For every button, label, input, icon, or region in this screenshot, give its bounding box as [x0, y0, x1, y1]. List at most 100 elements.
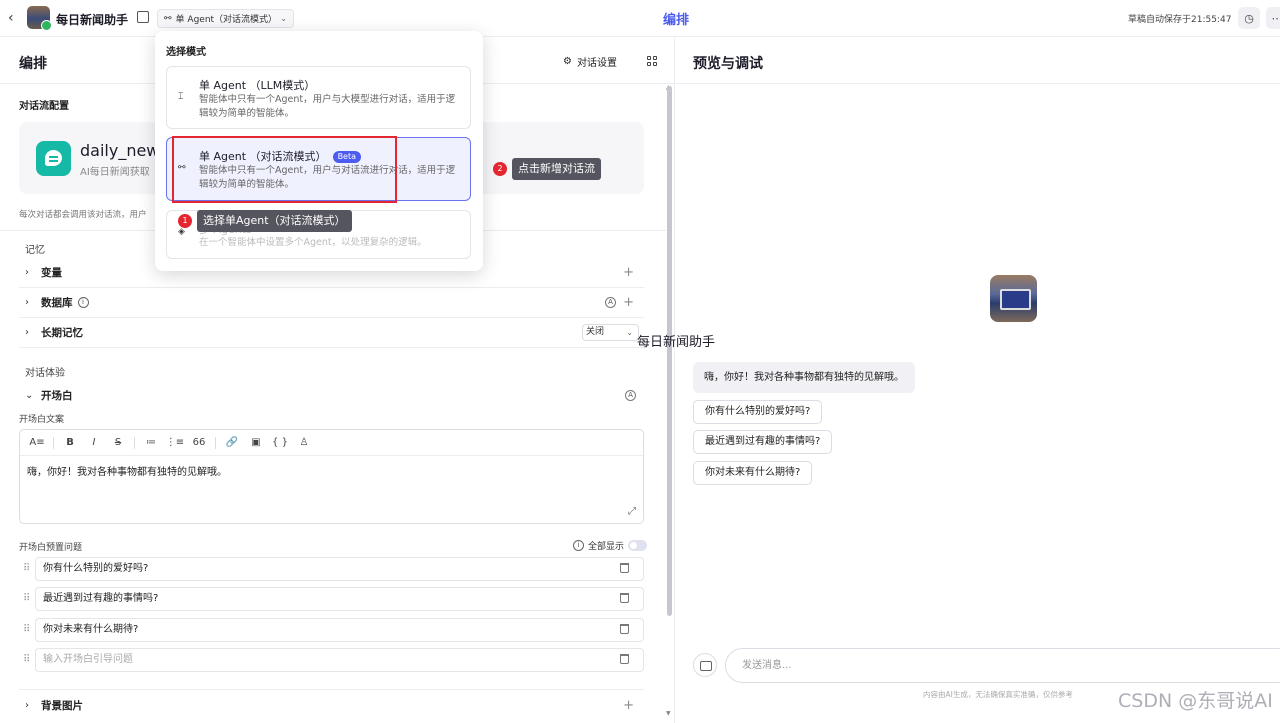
preset-questions-label: 开场白预置问题: [19, 543, 83, 553]
opening-row[interactable]: ⌄ 开场白 A: [19, 380, 644, 410]
font-size-tool[interactable]: A≡: [25, 437, 49, 448]
trash-icon[interactable]: [620, 563, 629, 573]
more-dots-icon: ⋯: [1271, 11, 1280, 25]
drag-handle-icon[interactable]: ⠿: [23, 563, 30, 574]
bullet-list-tool[interactable]: ≔: [139, 437, 163, 448]
scroll-down-arrow-icon[interactable]: ▼: [666, 710, 671, 717]
expand-icon[interactable]: ⤢: [628, 506, 636, 517]
drag-handle-icon[interactable]: ⠿: [23, 593, 30, 604]
editor-toolbar: A≡ B I S ≔ ⋮≡ 66 🔗 ▣ { } ♙: [20, 430, 643, 456]
settings-icon: ⚙: [563, 56, 572, 67]
bold-tool[interactable]: B: [58, 437, 82, 448]
database-label: 数据库: [41, 297, 73, 309]
greeting-message: 嗨，你好！我对各种事物都有独特的见解哦。: [693, 362, 915, 393]
variables-label: 变量: [41, 267, 62, 279]
toolbar-divider: [53, 436, 54, 449]
highlight-box: [172, 136, 397, 203]
background-image-label: 背景图片: [41, 699, 83, 712]
strikethrough-tool[interactable]: S: [106, 437, 130, 448]
opening-text-editor[interactable]: A≡ B I S ≔ ⋮≡ 66 🔗 ▣ { } ♙ 嗨，你好！我对各种事物都有…: [19, 429, 644, 524]
image-tool[interactable]: ▣: [244, 437, 268, 448]
ai-disclaimer: 内容由AI生成，无法确保真实准确，仅供参考: [923, 690, 1073, 699]
show-all-toggle[interactable]: i 全部显示: [573, 539, 648, 552]
italic-tool[interactable]: I: [82, 437, 106, 448]
question-item: ⠿ 你对未来有什么期待?: [19, 618, 644, 642]
long-memory-label: 长期记忆: [41, 327, 83, 339]
preview-title: 预览与调试: [693, 56, 763, 72]
history-button[interactable]: ◷: [1238, 7, 1260, 29]
preview-header: 预览与调试: [676, 38, 1280, 84]
suggested-question[interactable]: 最近遇到过有趣的事情吗?: [693, 430, 833, 454]
chevron-right-icon: ›: [25, 267, 29, 278]
suggested-question[interactable]: 你有什么特别的爱好吗?: [693, 400, 823, 424]
flow-config-label: 对话流配置: [19, 101, 69, 112]
variable-tool[interactable]: { }: [268, 437, 292, 448]
flow-note: 每次对话都会调用该对话流，用户: [19, 210, 147, 220]
chevron-down-icon: ⌄: [25, 389, 34, 401]
toolbar-divider: [215, 436, 216, 449]
autosave-status: 草稿自动保存于21:55:47: [1128, 15, 1232, 25]
memory-label: 记忆: [25, 245, 45, 256]
opening-label: 开场白: [41, 389, 73, 402]
option-description: 智能体中只有一个Agent，用户与大模型进行对话，适用于逻辑较为简单的智能体。: [199, 94, 456, 119]
mode-option-llm[interactable]: ⌶ 单 Agent （LLM模式） 智能体中只有一个Agent，用户与大模型进行…: [166, 66, 471, 129]
option-description: 在一个智能体中设置多个Agent，以处理复杂的逻辑。: [199, 237, 427, 248]
watermark: CSDN @东哥说AI: [1118, 690, 1273, 712]
experience-label: 对话体验: [25, 368, 65, 379]
trash-icon[interactable]: [620, 593, 629, 603]
step-1-tooltip: 选择单Agent（对话流模式）: [197, 210, 352, 232]
suggested-question[interactable]: 你对未来有什么期待?: [693, 461, 813, 485]
scrollbar-thumb[interactable]: [667, 86, 672, 616]
question-input[interactable]: 最近遇到过有趣的事情吗?: [35, 587, 644, 611]
add-variable-icon[interactable]: +: [623, 265, 634, 280]
link-tool[interactable]: 🔗: [220, 437, 244, 448]
dialog-settings-button[interactable]: ⚙ 对话设置: [563, 54, 617, 69]
info-icon: i: [573, 540, 584, 551]
dialog-settings-label: 对话设置: [576, 58, 617, 69]
numbered-list-tool[interactable]: ⋮≡: [163, 437, 187, 448]
add-database-icon[interactable]: +: [623, 295, 634, 310]
opening-text-label: 开场白文案: [19, 415, 65, 425]
trash-icon[interactable]: [620, 654, 629, 664]
step-2-tooltip: 点击新增对话流: [512, 158, 601, 180]
new-question-input[interactable]: 输入开场白引导问题: [35, 648, 644, 672]
question-input[interactable]: 你有什么特别的爱好吗?: [35, 557, 644, 581]
more-button[interactable]: ⋯: [1266, 7, 1280, 29]
step-1-badge: 1: [178, 214, 192, 228]
auto-mode-icon[interactable]: A: [625, 389, 636, 401]
layers-icon: ◈: [178, 227, 185, 237]
auto-mode-icon[interactable]: A: [605, 297, 616, 308]
question-item: ⠿ 输入开场白引导问题: [19, 648, 644, 672]
trash-icon[interactable]: [620, 624, 629, 634]
bot-avatar: [990, 275, 1037, 322]
add-background-icon[interactable]: +: [623, 698, 634, 713]
chevron-right-icon: ›: [25, 297, 29, 308]
popup-title: 选择模式: [166, 47, 206, 58]
attachment-button[interactable]: [693, 653, 717, 677]
layout-grid-icon[interactable]: [647, 56, 657, 66]
chevron-right-icon: ›: [25, 699, 29, 711]
info-icon[interactable]: i: [77, 297, 89, 308]
message-input[interactable]: 发送消息...: [725, 648, 1280, 683]
question-item: ⠿ 你有什么特别的爱好吗?: [19, 557, 644, 581]
question-input[interactable]: 你对未来有什么期待?: [35, 618, 644, 642]
step-2-badge: 2: [493, 162, 507, 176]
flow-description: AI每日新闻获取: [80, 167, 150, 178]
page-title: 编排: [662, 13, 689, 28]
database-row[interactable]: › 数据库 i A +: [19, 288, 644, 318]
option-title: 单 Agent （LLM模式）: [199, 79, 316, 92]
chevron-right-icon: ›: [25, 327, 29, 338]
drag-handle-icon[interactable]: ⠿: [23, 624, 30, 635]
question-item: ⠿ 最近遇到过有趣的事情吗?: [19, 587, 644, 611]
llm-mode-icon: ⌶: [178, 92, 184, 102]
quote-tool[interactable]: 66: [187, 437, 211, 448]
user-tool[interactable]: ♙: [292, 437, 316, 448]
opening-text[interactable]: 嗨，你好！我对各种事物都有独特的见解哦。: [27, 463, 227, 478]
drag-handle-icon[interactable]: ⠿: [23, 654, 30, 665]
preview-panel: 预览与调试 每日新闻助手 嗨，你好！我对各种事物都有独特的见解哦。 你有什么特别…: [637, 38, 1280, 723]
background-image-row[interactable]: › 背景图片 +: [19, 690, 644, 720]
flow-chat-icon: [36, 141, 71, 176]
toggle-switch[interactable]: [628, 540, 648, 551]
show-all-label: 全部显示: [588, 542, 625, 552]
orchestration-title: 编排: [19, 56, 47, 72]
